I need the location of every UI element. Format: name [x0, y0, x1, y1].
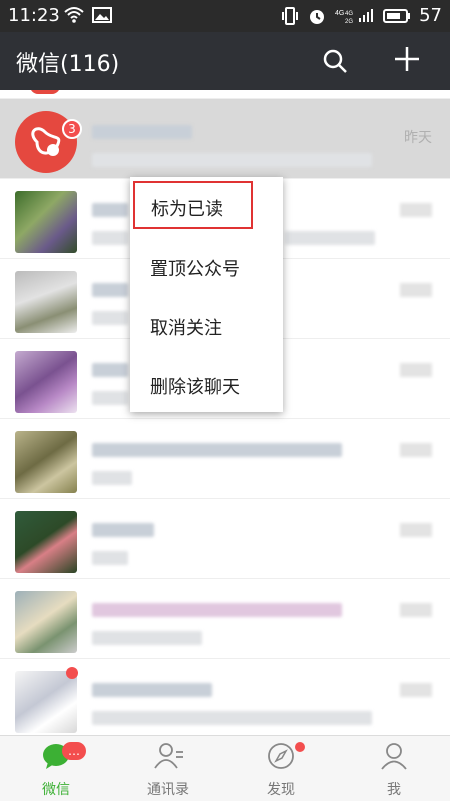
tab-chats[interactable]: … 微信: [0, 736, 112, 801]
tab-me[interactable]: 我: [338, 736, 450, 801]
chat-time: [400, 683, 432, 697]
svg-text:4G: 4G: [345, 11, 353, 17]
chat-row[interactable]: [0, 499, 450, 579]
battery-level: 57: [419, 5, 442, 26]
tab-label: 微信: [42, 782, 70, 798]
tab-badge: …: [62, 742, 86, 760]
avatar: [15, 191, 77, 253]
chat-name: [92, 283, 128, 297]
unread-badge: 3: [62, 119, 82, 139]
person-icon: [380, 742, 408, 770]
chat-row[interactable]: 3 昨天: [0, 99, 450, 179]
tab-label: 通讯录: [147, 782, 189, 798]
avatar: [15, 511, 77, 573]
chat-preview: [92, 311, 128, 325]
chat-name: [92, 683, 212, 697]
compass-icon: [267, 742, 295, 770]
chat-name: [92, 443, 342, 457]
tab-dot: [295, 742, 305, 752]
chat-preview: [92, 231, 128, 245]
tab-discover[interactable]: 发现: [225, 736, 337, 801]
menu-item-unfollow[interactable]: 取消关注: [130, 296, 283, 354]
header-bar: 微信(116): [0, 32, 450, 90]
menu-item-label: 置顶公众号: [150, 259, 240, 280]
avatar: [15, 591, 77, 653]
chat-name: [92, 125, 192, 139]
menu-item-label: 删除该聊天: [150, 377, 240, 398]
menu-item-mark-read[interactable]: 标为已读: [133, 181, 253, 229]
image-icon: [92, 6, 112, 24]
status-time: 11:23: [8, 5, 60, 26]
chat-preview: [92, 391, 128, 405]
list-item[interactable]: [0, 90, 450, 99]
chat-name: [92, 363, 128, 377]
menu-item-label: 标为已读: [151, 199, 223, 220]
chat-time: [400, 203, 432, 217]
chat-row[interactable]: [0, 659, 450, 735]
chat-time: [400, 603, 432, 617]
alarm-icon: [307, 6, 327, 26]
avatar: [15, 271, 77, 333]
battery-icon: [383, 8, 411, 24]
tab-label: 发现: [267, 782, 295, 798]
vibrate-icon: [281, 6, 299, 26]
chat-preview: [92, 551, 128, 565]
avatar: [15, 431, 77, 493]
svg-text:2G: 2G: [345, 19, 353, 25]
wifi-icon: [64, 6, 84, 24]
chat-time: [400, 283, 432, 297]
status-bar: 11:23 4G 4G 2G 57: [0, 0, 450, 32]
tab-label: 我: [387, 782, 401, 798]
chat-name: [92, 523, 154, 537]
chat-time: 昨天: [404, 130, 432, 146]
chat-time: [400, 363, 432, 377]
avatar: [15, 351, 77, 413]
bottom-tab-bar: … 微信 通讯录 发现 我: [0, 735, 450, 801]
context-menu: 标为已读 置顶公众号 取消关注 删除该聊天: [130, 177, 283, 412]
plus-icon[interactable]: [392, 44, 422, 74]
menu-item-label: 取消关注: [150, 318, 222, 339]
svg-text:4G: 4G: [335, 10, 344, 17]
chat-preview: [92, 153, 372, 167]
unread-dot: [66, 667, 78, 679]
chat-preview: [92, 471, 132, 485]
tab-contacts[interactable]: 通讯录: [112, 736, 224, 801]
chat-preview: [92, 631, 202, 645]
chat-row[interactable]: [0, 579, 450, 659]
network-4g-icon: 4G 4G 2G: [335, 6, 375, 26]
page-title: 微信(116): [16, 52, 120, 77]
chat-preview: [92, 711, 372, 725]
search-icon[interactable]: [320, 46, 350, 76]
avatar: [15, 671, 77, 733]
menu-item-pin[interactable]: 置顶公众号: [130, 237, 283, 295]
chat-time: [400, 523, 432, 537]
chat-time: [400, 443, 432, 457]
chat-name: [92, 203, 128, 217]
avatar: [30, 90, 60, 94]
chat-row[interactable]: [0, 419, 450, 499]
contacts-icon: [154, 742, 183, 770]
chat-name: [92, 603, 342, 617]
menu-item-delete-chat[interactable]: 删除该聊天: [130, 355, 283, 413]
